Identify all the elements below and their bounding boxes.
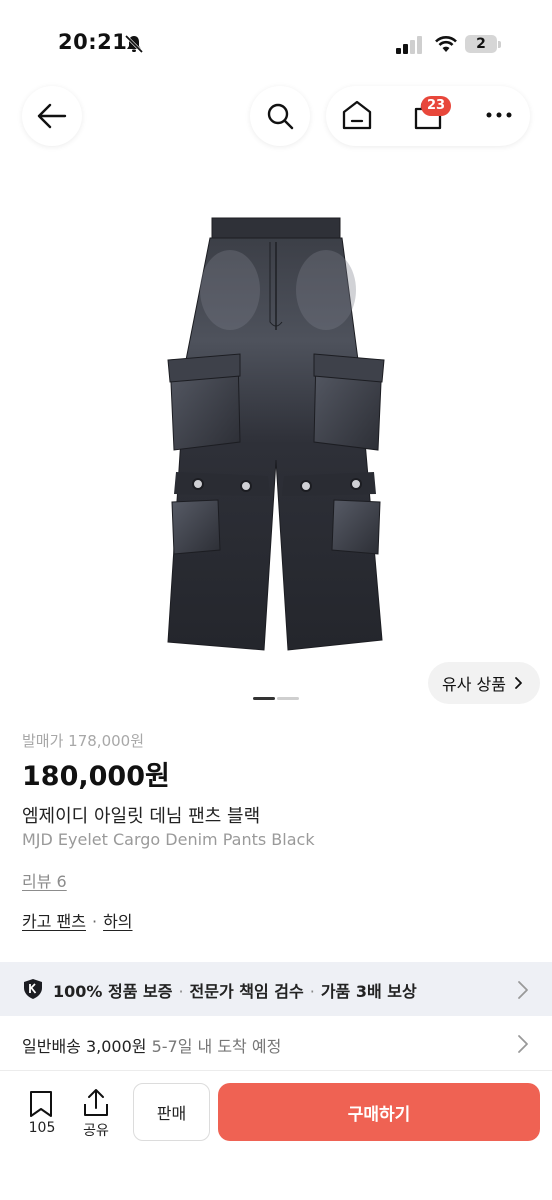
back-arrow-icon — [37, 103, 67, 129]
carousel-dot-active — [253, 697, 275, 700]
wifi-icon — [435, 36, 457, 52]
search-icon — [267, 103, 294, 130]
similar-products-label: 유사 상품 — [442, 675, 506, 694]
battery-indicator: 2 — [465, 35, 497, 53]
share-icon[interactable] — [82, 1088, 110, 1118]
category-link[interactable]: 카고 팬츠 — [22, 912, 86, 931]
category-link[interactable]: 하의 — [103, 912, 132, 931]
search-button[interactable] — [250, 86, 310, 146]
home-icon[interactable] — [339, 98, 375, 132]
similar-products-button[interactable]: 유사 상품 — [428, 662, 540, 704]
bell-off-icon — [124, 34, 144, 54]
back-button[interactable] — [22, 86, 82, 146]
chevron-right-icon — [515, 677, 522, 689]
battery-tip — [498, 41, 501, 48]
category-separator: · — [91, 912, 98, 931]
shipping-label: 일반배송 3,000원 — [22, 1037, 147, 1056]
buy-button[interactable]: 구매하기 — [218, 1083, 540, 1141]
product-title-kr: 엠제이디 아일릿 데님 팬츠 블랙 — [22, 806, 261, 827]
bottom-divider — [0, 1070, 552, 1071]
shipping-info: 일반배송 3,000원 5-7일 내 도착 예정 — [22, 1033, 281, 1057]
category-breadcrumb: 카고 팬츠 · 하의 — [22, 908, 133, 932]
guarantee-text: 100% 정품 보증 · 전문가 책임 검수 · 가품 3배 보상 — [53, 978, 417, 1002]
status-time: 20:21 — [58, 30, 128, 54]
guarantee-item: 전문가 책임 검수 — [189, 982, 304, 1001]
signal-icon — [396, 36, 422, 54]
cart-count-badge: 23 — [421, 96, 451, 116]
sell-button[interactable]: 판매 — [133, 1083, 210, 1141]
guarantee-separator: · — [178, 982, 184, 1001]
shipping-eta: 5-7일 내 도착 예정 — [151, 1037, 282, 1056]
product-image[interactable] — [160, 210, 392, 660]
product-title-en: MJD Eyelet Cargo Denim Pants Black — [22, 830, 315, 849]
more-icon[interactable] — [486, 112, 512, 118]
bookmark-count: 105 — [28, 1120, 56, 1136]
release-price: 발매가 178,000원 — [22, 732, 144, 750]
guarantee-item: 가품 3배 보상 — [320, 982, 417, 1001]
guarantee-item: 100% 정품 보증 — [53, 982, 173, 1001]
bookmark-icon[interactable] — [28, 1090, 54, 1118]
shield-icon — [24, 979, 42, 999]
price: 180,000원 — [22, 761, 170, 792]
carousel-dot — [277, 697, 299, 700]
guarantee-separator: · — [309, 982, 315, 1001]
chevron-right-icon — [518, 1035, 528, 1053]
chevron-right-icon — [518, 981, 528, 999]
review-link[interactable]: 리뷰 6 — [22, 868, 67, 892]
share-label: 공유 — [83, 1123, 109, 1139]
